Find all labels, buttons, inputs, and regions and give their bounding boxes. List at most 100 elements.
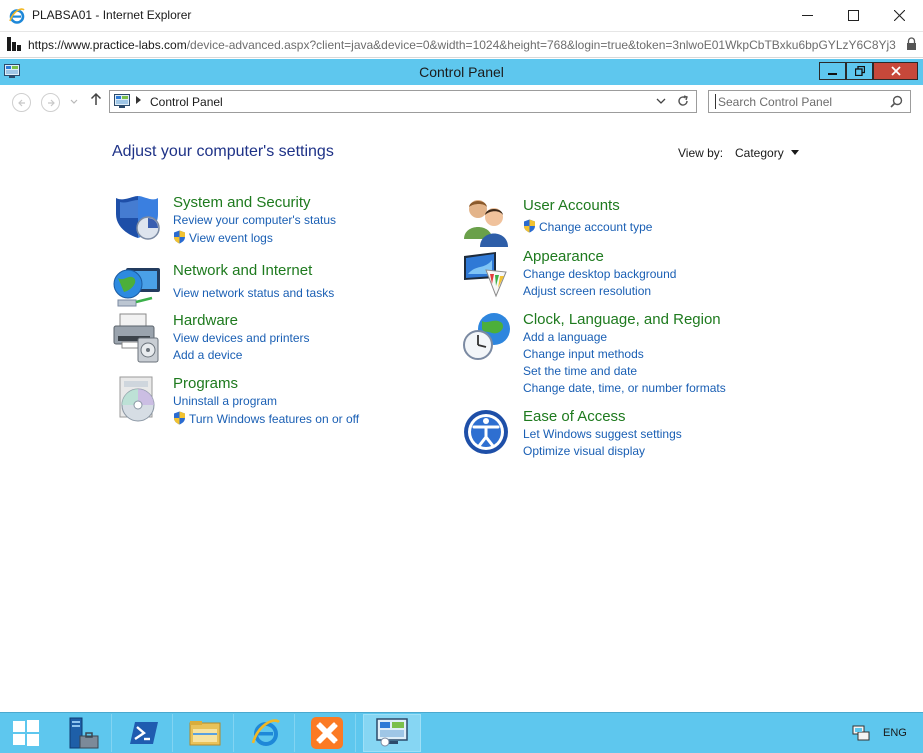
search-box[interactable] [708, 90, 911, 113]
link-view-network-status[interactable]: View network status and tasks [173, 286, 334, 300]
browser-maximize-button[interactable] [830, 0, 876, 31]
cp-minimize-button[interactable] [819, 62, 846, 80]
link-add-device[interactable]: Add a device [173, 348, 242, 362]
link-optimize-visual-display[interactable]: Optimize visual display [523, 444, 645, 458]
view-by-dropdown[interactable]: Category [735, 146, 784, 160]
uac-shield-icon [174, 230, 185, 244]
category-hardware: Hardware View devices and printers Add a… [112, 312, 412, 364]
cp-close-button[interactable] [873, 62, 918, 80]
network-globe-icon[interactable] [112, 262, 164, 314]
restore-icon [854, 66, 865, 76]
link-let-windows-suggest[interactable]: Let Windows suggest settings [523, 427, 682, 441]
category-title-appearance[interactable]: Appearance [523, 248, 604, 265]
link-adjust-screen-resolution[interactable]: Adjust screen resolution [523, 284, 651, 298]
category-title-hardware[interactable]: Hardware [173, 312, 238, 329]
user-accounts-icon[interactable] [462, 197, 514, 249]
address-url[interactable]: https://www.practice-labs.com/device-adv… [28, 38, 900, 52]
taskbar: ENG [0, 712, 923, 753]
ease-of-access-icon[interactable] [462, 408, 514, 460]
cp-restore-button[interactable] [846, 62, 873, 80]
lock-icon[interactable] [906, 37, 917, 51]
close-icon [893, 10, 905, 21]
start-icon [13, 720, 39, 746]
view-by-label: View by: [678, 146, 724, 160]
forward-arrow-icon [47, 99, 55, 106]
minimize-icon [828, 72, 837, 75]
category-programs: Programs Uninstall a program Turn Window… [112, 375, 412, 427]
file-explorer-icon [189, 721, 220, 746]
taskbar-file-explorer[interactable] [176, 714, 234, 752]
breadcrumb[interactable]: Control Panel [109, 90, 697, 113]
language-indicator[interactable]: ENG [883, 727, 907, 739]
start-button[interactable] [0, 714, 52, 752]
link-review-status[interactable]: Review your computer's status [173, 213, 336, 227]
address-bar[interactable]: https://www.practice-labs.com/device-adv… [0, 32, 923, 58]
minimize-icon [801, 15, 813, 16]
refresh-icon[interactable] [676, 94, 690, 108]
maximize-icon [847, 10, 859, 21]
taskbar-powershell[interactable] [115, 714, 173, 752]
page-title: Adjust your computer's settings [112, 143, 334, 160]
chevron-down-icon[interactable] [656, 96, 666, 106]
link-change-date-formats[interactable]: Change date, time, or number formats [523, 381, 726, 395]
taskbar-control-panel[interactable] [363, 714, 421, 752]
search-input[interactable] [715, 94, 885, 109]
category-title-network[interactable]: Network and Internet [173, 262, 312, 279]
control-panel-content: Adjust your computer's settings View by:… [0, 118, 923, 712]
browser-close-button[interactable] [876, 0, 922, 31]
uac-shield-icon [174, 411, 185, 425]
url-scheme: https://www. [28, 38, 93, 52]
up-arrow-icon[interactable] [90, 92, 102, 106]
link-view-devices-printers[interactable]: View devices and printers [173, 331, 310, 345]
site-favicon-icon [7, 37, 21, 51]
category-user-accounts: User Accounts Change account type [462, 197, 762, 247]
link-view-event-logs[interactable]: View event logs [189, 231, 273, 245]
recent-locations-chevron-icon[interactable] [70, 99, 78, 105]
link-turn-windows-features[interactable]: Turn Windows features on or off [189, 412, 359, 426]
internet-explorer-icon [9, 8, 25, 24]
back-button[interactable] [12, 93, 31, 112]
taskbar-xampp[interactable] [298, 714, 356, 752]
programs-disc-icon[interactable] [112, 375, 164, 427]
breadcrumb-item-control-panel[interactable]: Control Panel [150, 95, 223, 109]
category-title-ease-of-access[interactable]: Ease of Access [523, 408, 626, 425]
control-panel-window-title: Control Panel [419, 64, 504, 80]
appearance-monitor-icon[interactable] [462, 248, 514, 300]
search-icon[interactable] [890, 95, 903, 108]
category-ease-of-access: Ease of Access Let Windows suggest setti… [462, 408, 762, 460]
browser-titlebar: PLABSA01 - Internet Explorer [0, 0, 923, 32]
forward-button[interactable] [41, 93, 60, 112]
control-panel-icon [114, 94, 130, 108]
category-title-system-security[interactable]: System and Security [173, 194, 311, 211]
xampp-icon [310, 717, 343, 749]
browser-minimize-button[interactable] [784, 0, 830, 31]
link-add-language[interactable]: Add a language [523, 330, 607, 344]
category-title-user-accounts[interactable]: User Accounts [523, 197, 620, 214]
control-panel-titlebar: Control Panel [0, 59, 923, 85]
link-windows-features-row: Turn Windows features on or off [173, 411, 359, 426]
link-change-desktop-background[interactable]: Change desktop background [523, 267, 676, 281]
link-change-account-type[interactable]: Change account type [539, 220, 652, 234]
network-tray-icon[interactable] [852, 725, 870, 741]
category-appearance: Appearance Change desktop background Adj… [462, 248, 762, 300]
uac-shield-icon [524, 219, 535, 233]
link-uninstall-program[interactable]: Uninstall a program [173, 394, 277, 408]
category-title-programs[interactable]: Programs [173, 375, 238, 392]
breadcrumb-separator-icon[interactable] [136, 96, 141, 104]
close-icon [890, 66, 901, 76]
view-by-dropdown-arrow-icon[interactable] [791, 150, 799, 155]
clock-globe-icon[interactable] [462, 311, 514, 363]
explorer-navbar: Control Panel [0, 86, 923, 118]
url-path: /device-advanced.aspx?client=java&device… [186, 38, 896, 52]
link-set-time-date[interactable]: Set the time and date [523, 364, 637, 378]
taskbar-internet-explorer[interactable] [237, 714, 295, 752]
url-host: practice-labs.com [92, 38, 187, 52]
system-security-shield-icon[interactable] [112, 194, 164, 246]
category-title-clock[interactable]: Clock, Language, and Region [523, 311, 721, 328]
browser-window-title: PLABSA01 - Internet Explorer [32, 8, 192, 22]
hardware-printer-icon[interactable] [112, 312, 164, 364]
powershell-icon [129, 722, 158, 744]
taskbar-server-manager[interactable] [54, 714, 112, 752]
link-change-input-methods[interactable]: Change input methods [523, 347, 644, 361]
category-system-security: System and Security Review your computer… [112, 194, 412, 254]
